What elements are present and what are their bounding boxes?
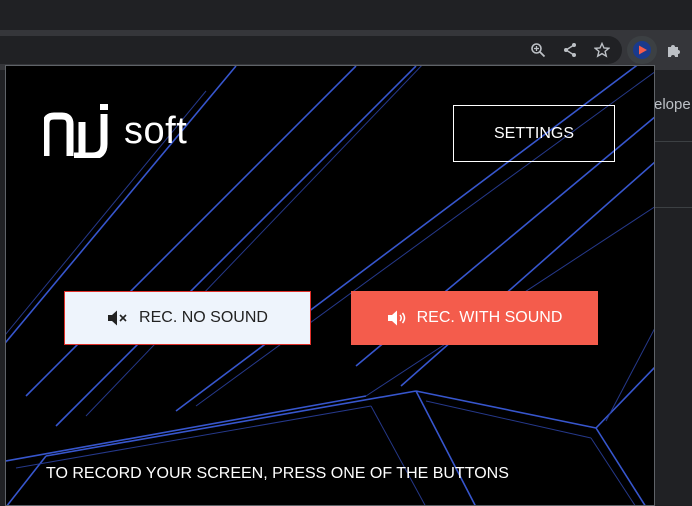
settings-button[interactable]: SETTINGS	[453, 105, 615, 162]
nj-soft-logo: soft	[44, 104, 187, 158]
recorder-popup: soft SETTINGS REC. NO SOUND REC. WITH SO…	[5, 65, 655, 506]
logo-wordmark: soft	[124, 109, 188, 152]
speaker-icon	[387, 310, 405, 326]
background-divider	[655, 207, 692, 208]
rec-with-sound-label: REC. WITH SOUND	[416, 309, 563, 326]
background-divider	[655, 141, 692, 142]
star-icon[interactable]	[592, 40, 612, 60]
recorder-extension-icon[interactable]	[632, 40, 652, 60]
settings-button-label: SETTINGS	[493, 124, 574, 142]
rec-no-sound-button[interactable]: REC. NO SOUND	[64, 291, 311, 345]
background-page-text: elope	[654, 96, 691, 113]
muted-speaker-icon	[108, 310, 127, 326]
puzzle-icon[interactable]	[664, 40, 684, 60]
tab-strip	[0, 0, 692, 30]
share-icon[interactable]	[560, 40, 580, 60]
zoom-icon[interactable]	[528, 40, 548, 60]
rec-no-sound-label: REC. NO SOUND	[139, 309, 268, 326]
instruction-text: TO RECORD YOUR SCREEN, PRESS ONE OF THE …	[46, 465, 509, 482]
rec-with-sound-button[interactable]: REC. WITH SOUND	[351, 291, 598, 345]
nj-logo-mark	[44, 104, 108, 158]
